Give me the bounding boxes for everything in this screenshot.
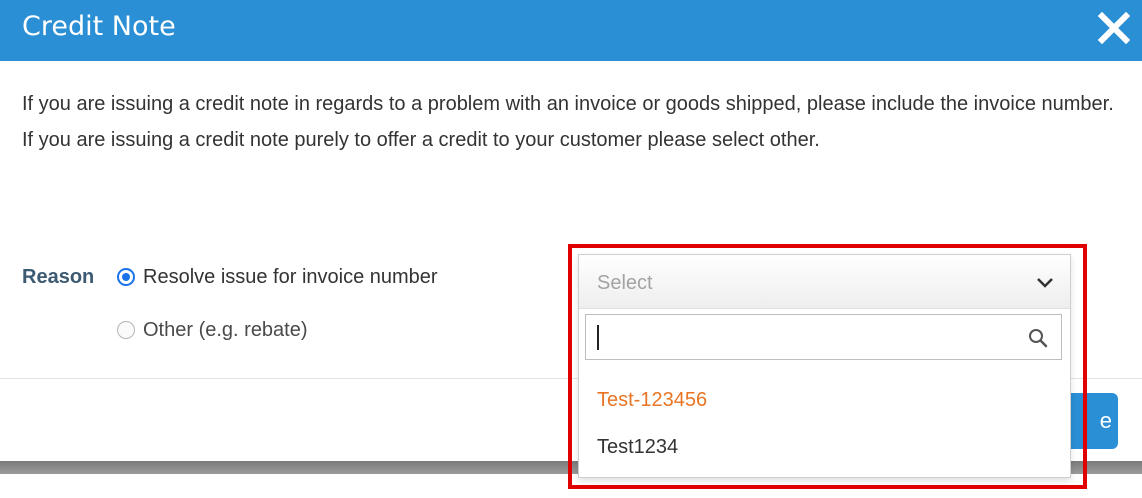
text-caret	[597, 325, 599, 350]
select-placeholder: Select	[597, 272, 653, 294]
radio-label: Other (e.g. rebate)	[143, 319, 308, 341]
invoice-search-input[interactable]	[594, 321, 1018, 355]
dropdown-option-test-123456[interactable]: Test-123456	[597, 386, 707, 414]
search-icon	[1029, 329, 1048, 348]
radio-resolve-invoice[interactable]: Resolve issue for invoice number	[117, 264, 438, 290]
radio-button-checked[interactable]	[117, 268, 135, 286]
close-button[interactable]	[1094, 8, 1134, 48]
invoice-select[interactable]: Select	[579, 255, 1070, 309]
dialog-message: If you are issuing a credit note in rega…	[22, 93, 1114, 151]
radio-other[interactable]: Other (e.g. rebate)	[117, 317, 308, 343]
radio-button-unchecked[interactable]	[117, 321, 135, 339]
dropdown-option-test1234[interactable]: Test1234	[597, 433, 678, 461]
invoice-search-field[interactable]	[585, 314, 1062, 360]
dialog-title: Credit Note	[22, 11, 176, 42]
chevron-down-icon	[1037, 278, 1053, 288]
save-button-label: e	[1099, 408, 1112, 433]
invoice-select-dropdown: Select Test-123456 Test1234	[578, 254, 1071, 478]
reason-label: Reason	[22, 266, 95, 288]
dialog-header: Credit Note	[0, 0, 1142, 61]
radio-label: Resolve issue for invoice number	[143, 266, 438, 288]
close-icon	[1097, 11, 1131, 45]
